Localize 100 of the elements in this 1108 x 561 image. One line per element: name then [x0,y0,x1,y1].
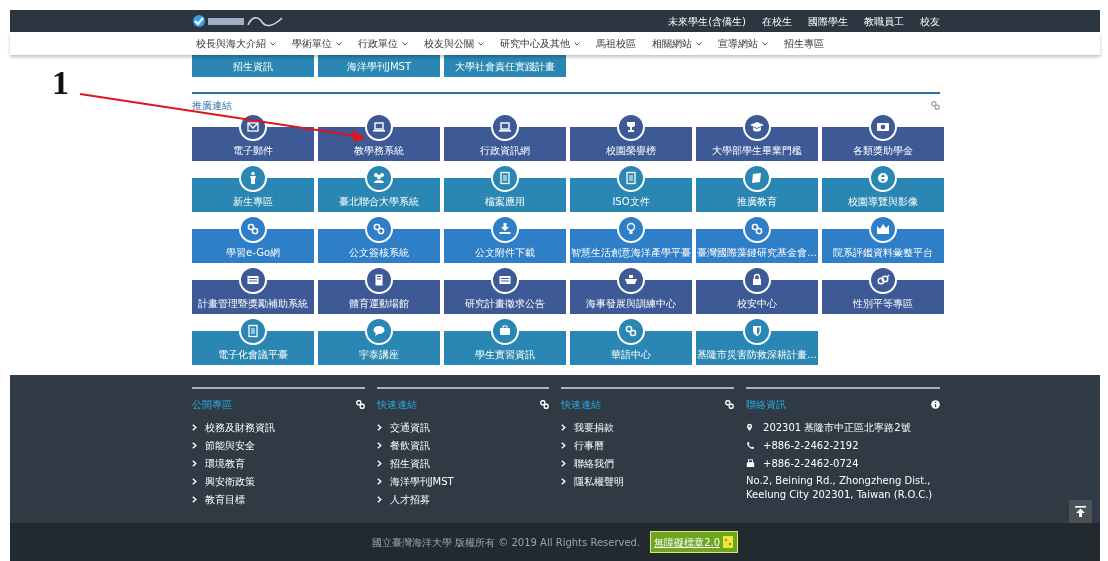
back-to-top-button[interactable] [1069,500,1092,523]
link-tile[interactable]: 院系評鑑資料彙整平台 [822,215,944,263]
nav-item[interactable]: 校長與海大介紹 [196,36,276,51]
link-tile[interactable]: 海事發展與訓練中心 [570,266,692,314]
top-link[interactable]: 國際學生 [808,13,848,29]
annotation-label: 1 [52,66,69,100]
link-tile[interactable]: 新生專區 [192,164,314,212]
link-icon [365,215,393,243]
link-tile[interactable]: 學習e-Go網 [192,215,314,263]
link-button[interactable]: 大學社會責任實踐計畫 [444,55,566,77]
top-link[interactable]: 未來學生(含僑生) [668,13,746,29]
nav-item[interactable]: 行政單位 [358,36,408,51]
top-link[interactable]: 在校生 [762,13,792,29]
footer-link[interactable]: 交通資訊 [376,420,550,435]
section-title: 推廣連結 [192,99,232,113]
footer-link[interactable]: 聯絡我們 [561,456,734,471]
briefcase-icon [491,317,519,345]
top-link[interactable]: 校友 [920,13,940,29]
up-arrow-icon [1074,505,1087,518]
link-tile[interactable]: 電子郵件 [192,113,314,161]
laptop-icon [491,113,519,141]
footer-link[interactable]: 海洋學刊JMST [376,474,550,489]
nav-item[interactable]: 相關網站 [652,36,702,51]
mail-icon [239,113,267,141]
nav-item[interactable]: 校友與公關 [424,36,484,51]
nav-item[interactable]: 招生專區 [784,36,824,51]
link-tile[interactable]: 校安中心 [696,266,818,314]
link-tile[interactable]: 研究計畫徵求公告 [444,266,566,314]
link-tile[interactable]: 臺灣國際藻鏈研究基金會... [696,215,818,263]
link-icon [743,215,771,243]
footer-link[interactable]: 我要捐款 [561,420,734,435]
nav-item[interactable]: 研究中心及其他 [500,36,580,51]
laptop-icon [365,113,393,141]
contact-text: +886-2-2462-2192 [763,439,859,453]
shield-icon [743,317,771,345]
contact-text: +886-2-2462-0724 [763,457,859,471]
footer-link[interactable]: 餐飲資訊 [376,438,550,453]
link-tile[interactable]: 教學務系統 [318,113,440,161]
window-icon [239,266,267,294]
graduation-cap-icon [743,113,771,141]
top-link[interactable]: 教職員工 [864,13,904,29]
person-icon [239,164,267,192]
link-tile[interactable]: 校園榮譽榜 [570,113,692,161]
footer-link[interactable]: 校務及財務資訊 [192,420,365,435]
copyright-text: 國立臺灣海洋大學 版權所有 © 2019 All Rights Reserved. [371,535,641,550]
group-icon [365,164,393,192]
link-tile[interactable]: 檔案應用 [444,164,566,212]
link-tile[interactable]: 智慧生活創意海洋產學平臺 [570,215,692,263]
link-tile[interactable]: 計畫管理暨獎勵補助系統 [192,266,314,314]
gender-icon [869,266,897,294]
link-tile[interactable]: 體育運動場館 [318,266,440,314]
footer-link[interactable]: 行事曆 [561,438,734,453]
link-icon [355,400,365,409]
banknote-icon [869,113,897,141]
nav-item[interactable]: 宣導網站 [718,36,768,51]
link-tile[interactable]: 基隆市災害防救深耕計畫... [696,317,818,365]
link-tile[interactable]: 各類獎助學金 [822,113,944,161]
nav-item[interactable]: 學術單位 [292,36,342,51]
link-tile[interactable]: 校園導覽與影像 [822,164,944,212]
column-title: 快速連結 [376,398,417,412]
column-title: 快速連結 [561,398,602,412]
chevron-icon [376,460,382,467]
footer-link[interactable]: 環境教育 [192,456,365,471]
footer-link[interactable]: 教育目標 [192,492,365,507]
link-icon [931,101,940,110]
link-tile[interactable]: 公文簽核系統 [318,215,440,263]
document-icon [491,164,519,192]
link-tile[interactable]: 宇泰講座 [318,317,440,365]
nav-item[interactable]: 馬祖校區 [596,36,636,51]
download-icon [491,215,519,243]
link-tile[interactable]: 公文附件下載 [444,215,566,263]
chevron-icon [192,478,197,485]
link-tile[interactable]: 電子化會議平臺 [192,317,314,365]
footer-link[interactable]: 隱私權聲明 [561,474,734,489]
footer-link[interactable]: 節能與安全 [192,438,365,453]
chevron-icon [376,496,382,503]
footer-link[interactable]: 興安衛政策 [192,474,365,489]
crosshair-icon [869,164,897,192]
footer-link[interactable]: 招生資訊 [376,456,550,471]
link-tile[interactable]: 華語中心 [570,317,692,365]
link-tile[interactable]: 臺北聯合大學系統 [318,164,440,212]
link-button[interactable]: 招生資訊 [192,55,314,77]
link-tile[interactable]: 學生實習資訊 [444,317,566,365]
speech-bubble-icon [365,317,393,345]
chevron-icon [376,478,382,485]
trophy-icon [617,113,645,141]
lightbulb-icon [617,215,645,243]
link-button[interactable]: 海洋學刊JMST [318,55,440,77]
link-tile[interactable]: 推廣教育 [696,164,818,212]
link-tile[interactable]: 性別平等專區 [822,266,944,314]
contact-text: 202301 基隆市中正區北寧路2號 [763,421,911,435]
link-icon [540,400,550,409]
phone-icon [746,441,755,450]
footer-link[interactable]: 人才招募 [376,492,550,507]
link-tile[interactable]: ISO文件 [570,164,692,212]
link-tile[interactable]: 大學部學生畢業門檻 [696,113,818,161]
link-tile[interactable]: 行政資訊網 [444,113,566,161]
university-logo[interactable] [192,14,284,28]
english-address: No.2, Beining Rd., Zhongzheng Dist., Keelung City 202301, Taiwan (R.O.C.) [746,474,934,501]
accessibility-mark-icon [722,535,735,549]
